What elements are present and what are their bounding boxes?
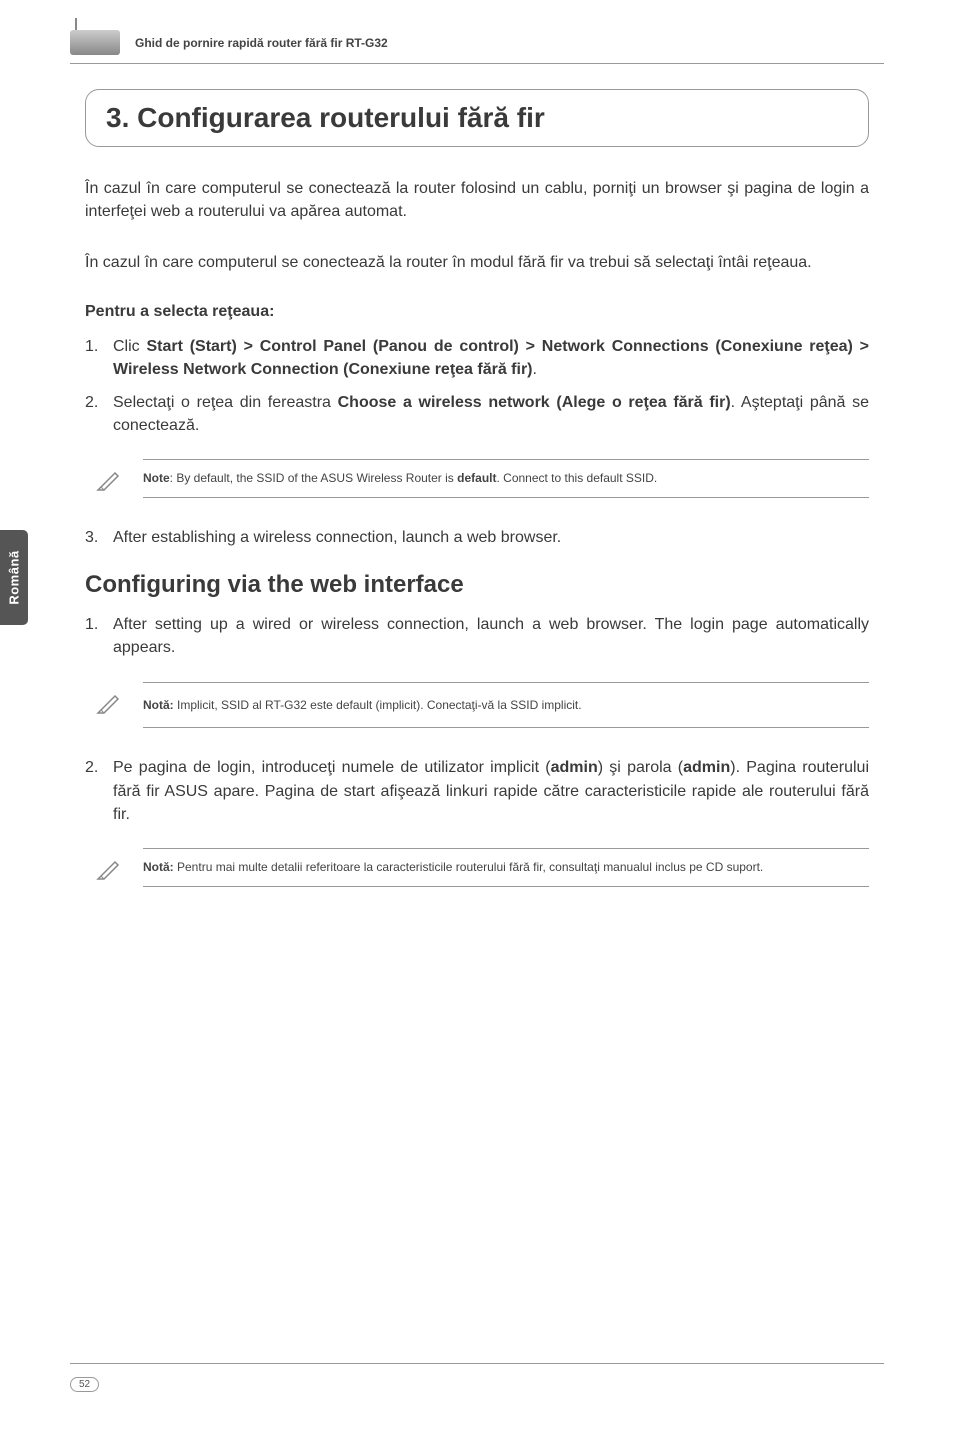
numbered-list-2: 3. After establishing a wireless connect… bbox=[85, 526, 869, 549]
page-number: 52 bbox=[70, 1377, 99, 1392]
header-title: Ghid de pornire rapidă router fără fir R… bbox=[135, 36, 388, 50]
footer-divider bbox=[70, 1363, 884, 1364]
pencil-icon bbox=[93, 688, 123, 718]
list-item: 2. Pe pagina de login, introduceţi numel… bbox=[85, 756, 869, 826]
list-number: 3. bbox=[85, 526, 98, 549]
footer: 52 bbox=[70, 1363, 884, 1392]
note-body: Pentru mai multe detalii referitoare la … bbox=[174, 860, 764, 874]
list-text-bold2: admin bbox=[683, 759, 730, 776]
note-text: Notă: Implicit, SSID al RT-G32 este defa… bbox=[143, 682, 869, 729]
note-body: : By default, the SSID of the ASUS Wirel… bbox=[170, 471, 457, 485]
note-body: Implicit, SSID al RT-G32 este default (i… bbox=[174, 698, 582, 712]
list-text: After setting up a wired or wireless con… bbox=[113, 616, 869, 656]
paragraph-2: În cazul în care computerul se conecteaz… bbox=[85, 251, 869, 274]
list-text-suffix: . bbox=[533, 361, 537, 378]
list-item: 3. After establishing a wireless connect… bbox=[85, 526, 869, 549]
numbered-list-4: 2. Pe pagina de login, introduceţi numel… bbox=[85, 756, 869, 826]
language-tab: Română bbox=[0, 530, 28, 625]
list-item: 1. After setting up a wired or wireless … bbox=[85, 613, 869, 659]
note-label: Notă: bbox=[143, 860, 174, 874]
note-text: Note: By default, the SSID of the ASUS W… bbox=[143, 459, 869, 498]
list-item: 2. Selectaţi o reţea din fereastra Choos… bbox=[85, 391, 869, 437]
section-title: 3. Configurarea routerului fără fir bbox=[106, 102, 848, 134]
paragraph-1: În cazul în care computerul se conecteaz… bbox=[85, 177, 869, 223]
list-text-prefix: Selectaţi o reţea din fereastra bbox=[113, 394, 338, 411]
list-text-bold: Start (Start) > Control Panel (Panou de … bbox=[113, 338, 869, 378]
language-tab-label: Română bbox=[7, 550, 22, 604]
list-item: 1. Clic Start (Start) > Control Panel (P… bbox=[85, 335, 869, 381]
numbered-list-3: 1. After setting up a wired or wireless … bbox=[85, 613, 869, 659]
subheading-select-network: Pentru a selecta reţeaua: bbox=[85, 303, 869, 321]
note-block-2: Notă: Implicit, SSID al RT-G32 este defa… bbox=[85, 682, 869, 729]
h2-configuring: Configuring via the web interface bbox=[85, 571, 869, 599]
note-block-3: Notă: Pentru mai multe detalii referitoa… bbox=[85, 848, 869, 887]
list-text-bold: Choose a wireless network (Alege o reţea… bbox=[338, 394, 731, 411]
list-number: 2. bbox=[85, 756, 98, 779]
list-number: 1. bbox=[85, 335, 98, 358]
list-text-mid: ) şi parola ( bbox=[598, 759, 683, 776]
numbered-list-1: 1. Clic Start (Start) > Control Panel (P… bbox=[85, 335, 869, 438]
note-block-1: Note: By default, the SSID of the ASUS W… bbox=[85, 459, 869, 498]
header-divider bbox=[70, 63, 884, 64]
note-label: Note bbox=[143, 471, 170, 485]
list-number: 1. bbox=[85, 613, 98, 636]
note-bold: default bbox=[457, 471, 496, 485]
router-icon bbox=[70, 30, 120, 55]
list-text-prefix: Clic bbox=[113, 338, 146, 355]
note-text: Notă: Pentru mai multe detalii referitoa… bbox=[143, 848, 869, 887]
list-text: After establishing a wireless connection… bbox=[113, 529, 561, 546]
pencil-icon bbox=[93, 465, 123, 495]
note-label: Notă: bbox=[143, 698, 174, 712]
list-text-prefix: Pe pagina de login, introduceţi numele d… bbox=[113, 759, 551, 776]
section-title-box: 3. Configurarea routerului fără fir bbox=[85, 89, 869, 147]
note-suffix: . Connect to this default SSID. bbox=[496, 471, 657, 485]
pencil-icon bbox=[93, 854, 123, 884]
list-text-bold1: admin bbox=[551, 759, 598, 776]
list-number: 2. bbox=[85, 391, 98, 414]
